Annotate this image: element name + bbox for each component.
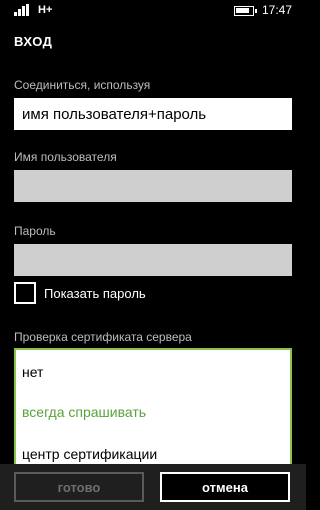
page-title: ВХОД	[14, 34, 53, 49]
username-input[interactable]	[14, 170, 292, 202]
signal-strength-icon	[14, 4, 32, 16]
username-label: Имя пользователя	[14, 150, 117, 164]
show-password-checkbox[interactable]	[14, 282, 36, 304]
clock: 17:47	[262, 3, 293, 17]
cert-option-none[interactable]: нет	[22, 364, 43, 380]
connect-label: Соединиться, используя	[14, 78, 151, 92]
battery-icon	[234, 6, 257, 16]
cert-option-always-ask[interactable]: всегда спрашивать	[22, 404, 146, 420]
app-bar: готово отмена	[0, 464, 306, 510]
cert-check-label: Проверка сертификата сервера	[14, 330, 192, 344]
password-label: Пароль	[14, 224, 56, 238]
network-type: H+	[38, 4, 53, 16]
cert-option-ca[interactable]: центр сертификации	[22, 446, 157, 462]
show-password-label[interactable]: Показать пароль	[44, 286, 146, 301]
password-input[interactable]	[14, 244, 292, 276]
connect-method-value: имя пользователя+пароль	[22, 106, 207, 123]
cancel-button[interactable]: отмена	[160, 472, 290, 502]
done-button[interactable]: готово	[14, 472, 144, 502]
cert-check-list[interactable]: нет всегда спрашивать центр сертификации	[14, 348, 292, 468]
status-bar: H+ 17:47	[0, 0, 306, 22]
connect-method-select[interactable]: имя пользователя+пароль	[14, 98, 292, 130]
